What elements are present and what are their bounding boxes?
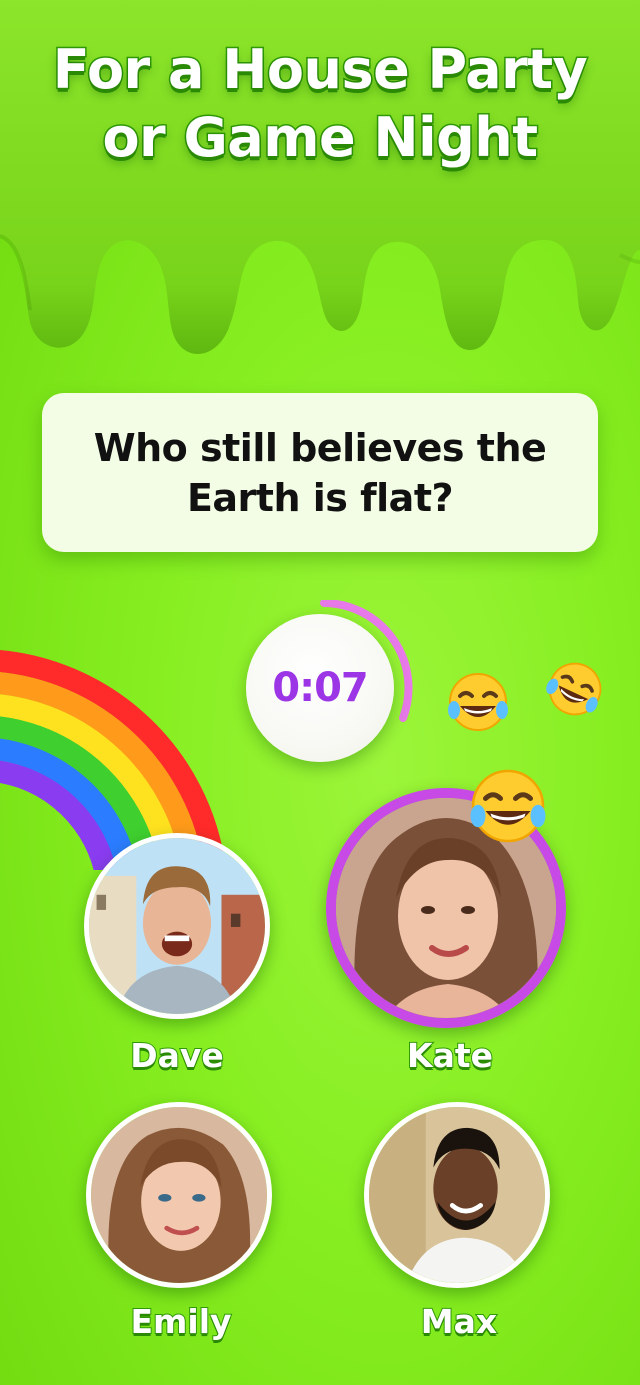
question-text: Who still believes the Earth is flat? [85,423,555,523]
question-card: Who still believes the Earth is flat? [42,393,598,552]
question-line-2: Earth is flat? [186,475,454,520]
headline-line-2: or Game Night [101,105,540,171]
rainbow-decoration [0,650,226,870]
laughing-emoji-icon [448,673,508,731]
player-name-dave: Dave [129,1035,225,1076]
player-name-kate: Kate [406,1035,494,1076]
dave-photo [89,838,265,1014]
laughing-emoji-icon [546,662,602,716]
question-line-1: Who still believes the [93,425,547,470]
headline: For a House Party or Game Night [0,36,640,172]
timer-disc: 0:07 [246,614,394,762]
countdown-timer: 0:07 [236,600,416,770]
avatar-dave[interactable] [84,833,270,1019]
headline-line-1: For a House Party [51,37,589,103]
avatar-max[interactable] [364,1102,550,1288]
laughing-emoji-icon [470,769,546,843]
emily-photo [91,1107,267,1283]
max-photo [369,1107,545,1283]
timer-value: 0:07 [272,665,368,711]
player-name-max: Max [420,1301,498,1342]
player-name-emily: Emily [129,1301,232,1342]
avatar-emily[interactable] [86,1102,272,1288]
